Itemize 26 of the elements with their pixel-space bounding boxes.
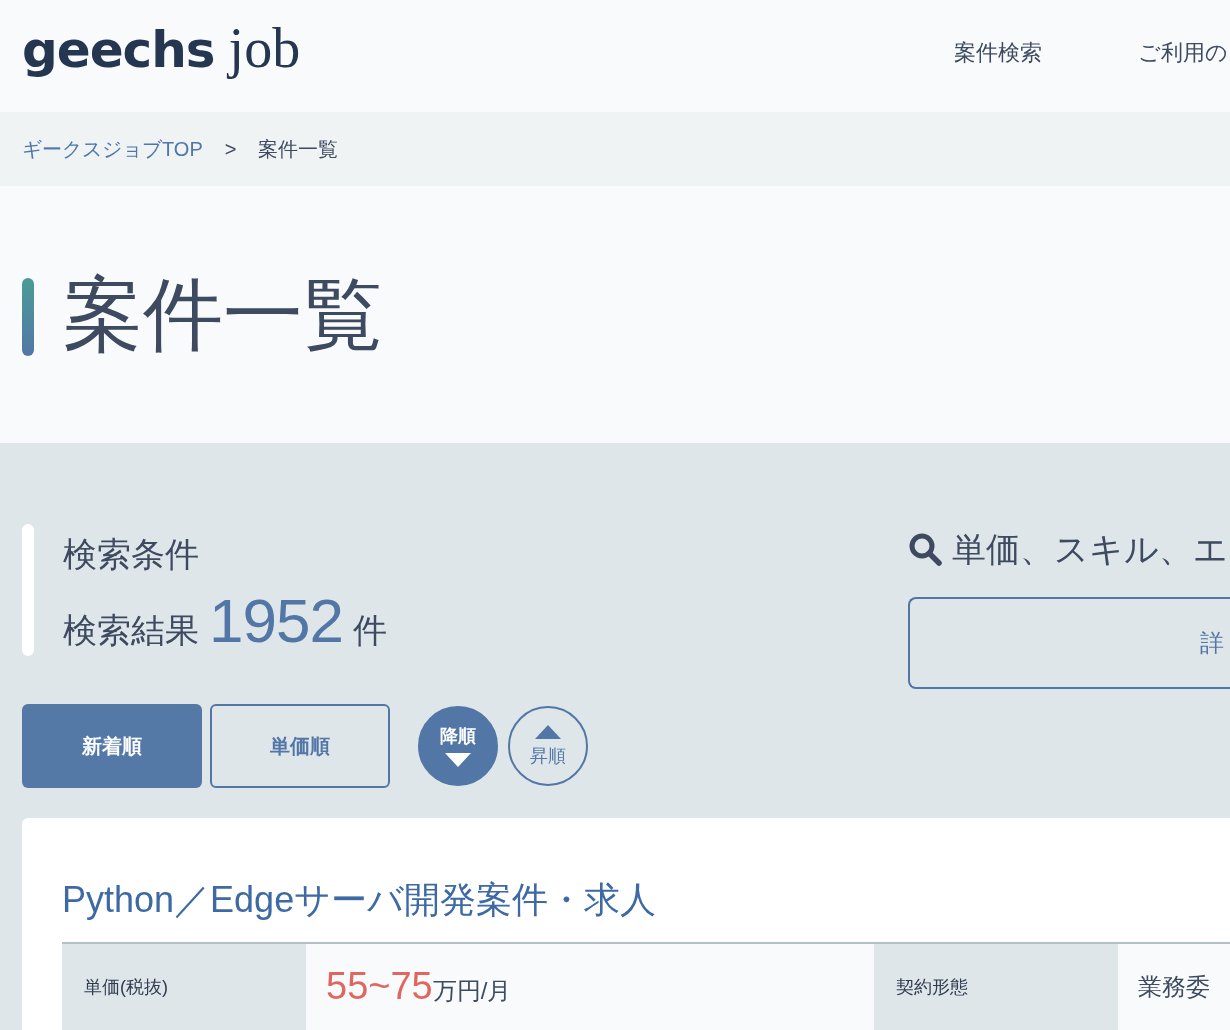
search-conditions-heading: 検索条件 [63, 534, 200, 575]
up-triangle-icon [535, 725, 561, 739]
breadcrumb-current: 案件一覧 [258, 137, 339, 162]
spec-value: 業務委 [1118, 944, 1230, 1030]
down-triangle-icon [445, 753, 471, 767]
detail-search-button[interactable]: 詳 [908, 597, 1230, 689]
search-heading: 単価、スキル、エ [952, 529, 1228, 570]
breadcrumb-link[interactable]: ギークスジョブTOP [22, 134, 203, 164]
logo[interactable]: geechs job [22, 20, 301, 78]
breadcrumb-separator: > [224, 137, 237, 162]
search-icon [908, 532, 942, 566]
spec-label: 単価(税抜) [62, 944, 306, 1030]
nav-link[interactable]: 案件検索 [954, 35, 1042, 69]
sort-order-button[interactable]: 降順 [418, 706, 498, 786]
page-title: 案件一覧 [63, 268, 383, 361]
price-unit: 万円/月 [432, 977, 512, 1006]
job-title[interactable]: Python／Edgeサーバ開発案件・求人 [62, 878, 1230, 922]
result-unit: 件 [352, 610, 387, 651]
sort-key-button[interactable]: 新着順 [22, 704, 202, 788]
sort-order-button[interactable]: 昇順 [508, 706, 588, 786]
result-label: 検索結果 [63, 610, 199, 651]
price-amount: 55~75 [326, 964, 433, 1008]
result-count: 1952 [209, 588, 343, 654]
nav-link[interactable]: ご利用の [1138, 35, 1228, 69]
sort-key-button[interactable]: 単価順 [210, 704, 390, 788]
spec-label: 契約形態 [874, 944, 1118, 1030]
